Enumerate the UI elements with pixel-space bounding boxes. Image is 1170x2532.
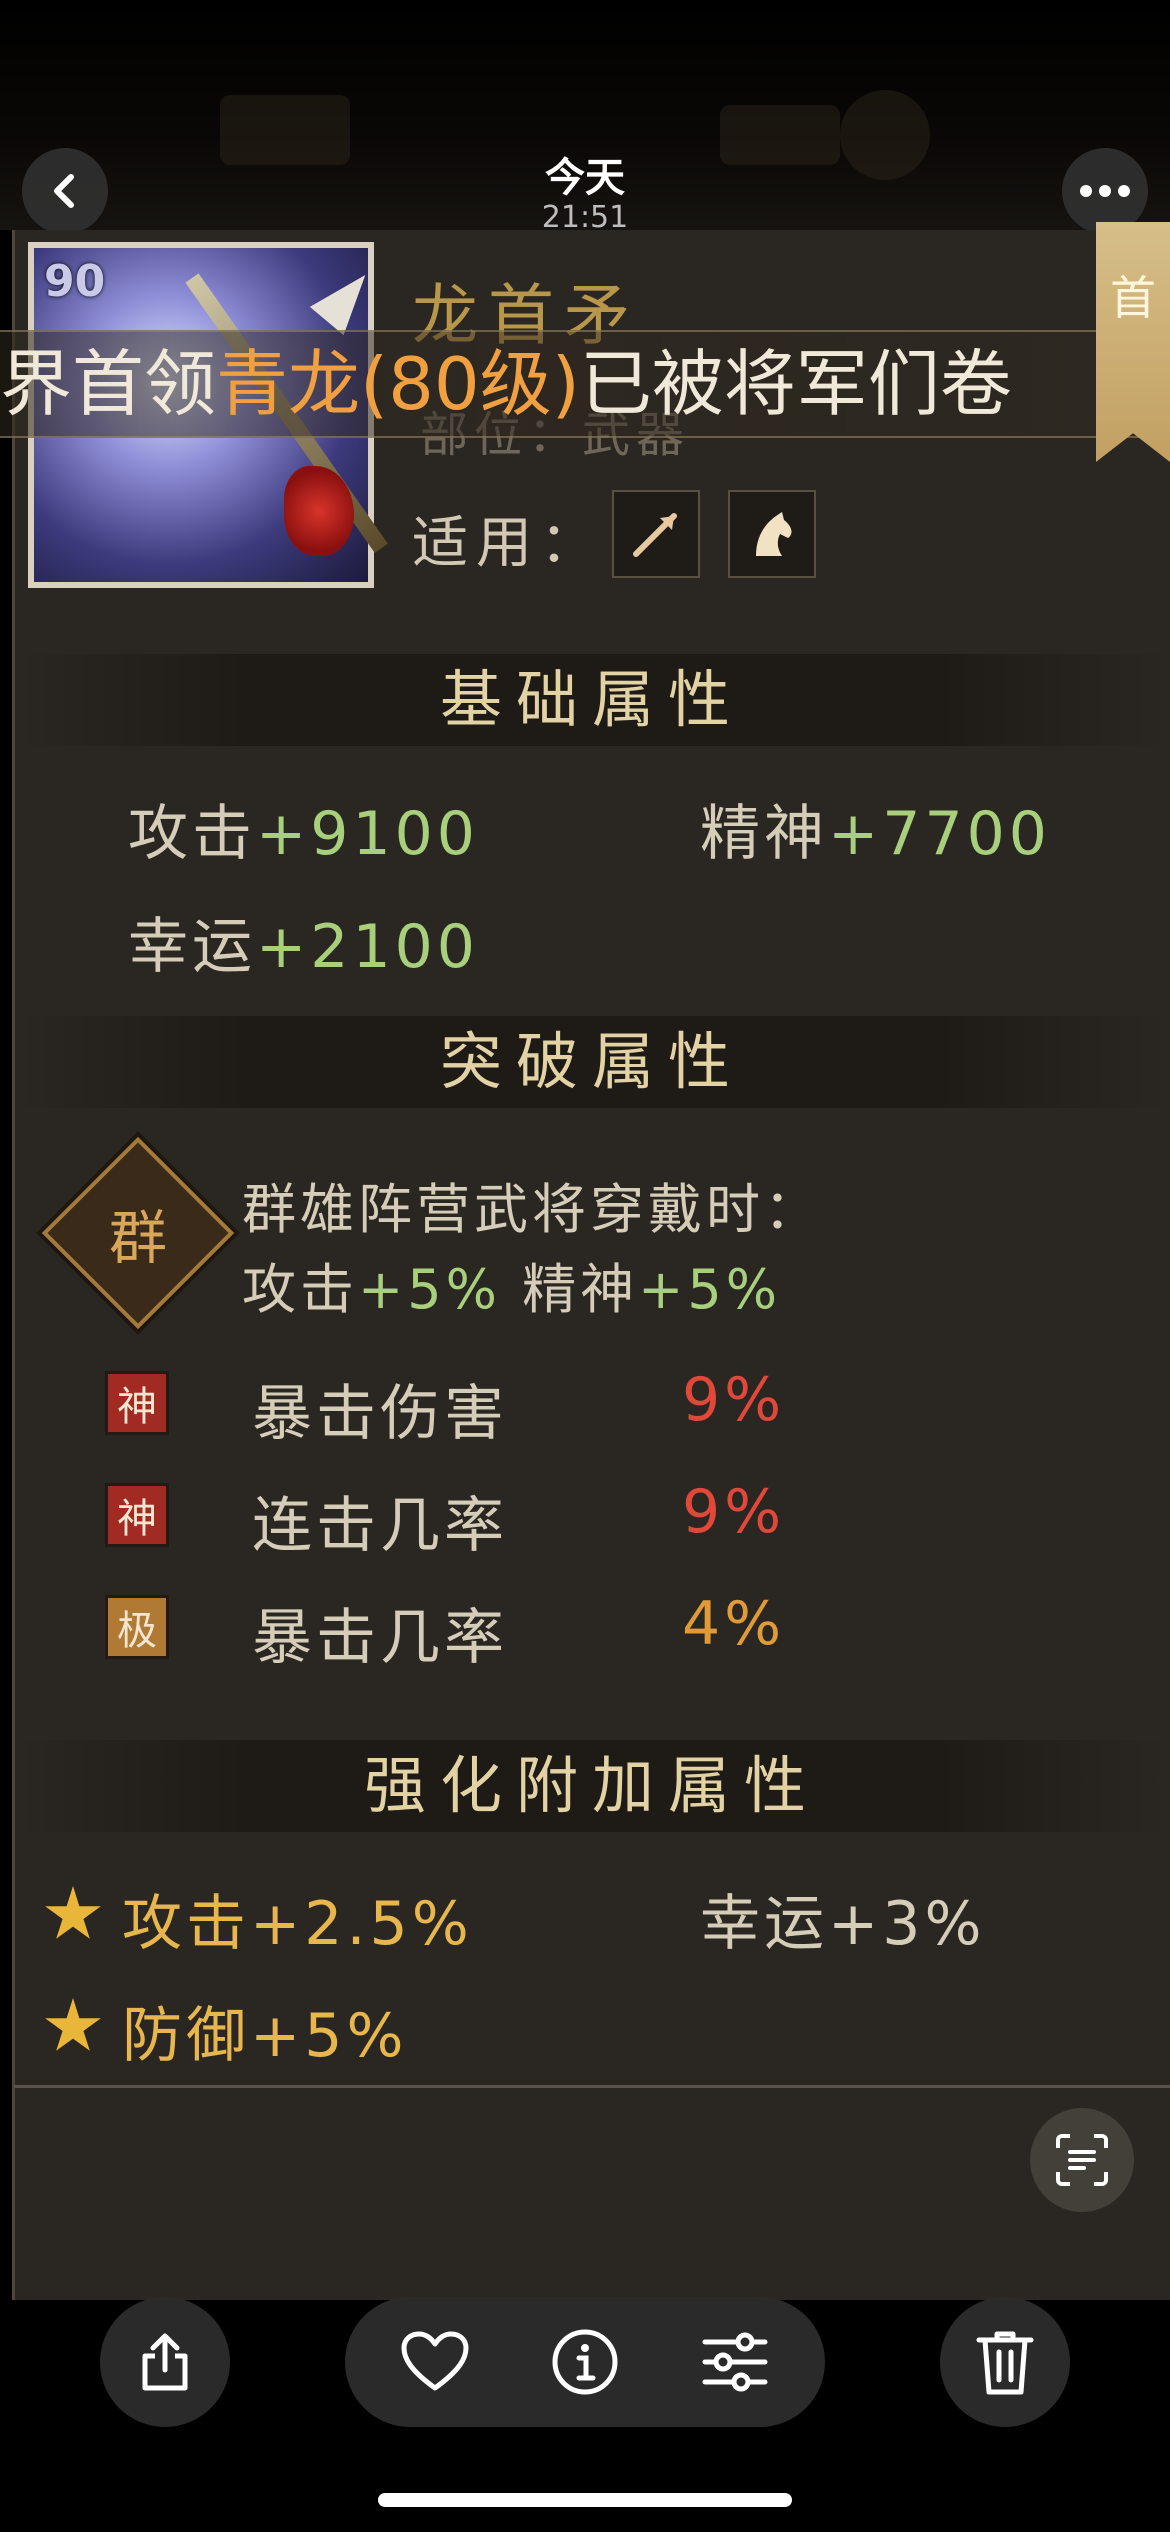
- stat-value: 4%: [682, 1589, 786, 1659]
- adjust-icon: [702, 2332, 768, 2392]
- trash-icon: [976, 2331, 1034, 2395]
- enhance-luck: 幸运+3%: [700, 1875, 985, 1962]
- scan-text-icon: [1056, 2134, 1108, 2186]
- crit-damage-label: 暴击伤害: [252, 1379, 508, 1449]
- announcement-suffix: 已被将军们卷: [579, 342, 1012, 426]
- combo-rate-label: 连击几率: [252, 1491, 508, 1561]
- divider: [14, 2085, 1170, 2088]
- stat-value: +2.5%: [250, 1889, 473, 1959]
- basic-spirit: 精神+7700: [700, 785, 1051, 872]
- stat-value: 9%: [682, 1477, 786, 1547]
- divine-tag: 神: [105, 1371, 169, 1435]
- stat-value: +2100: [256, 912, 479, 982]
- bonus-label: 精神: [522, 1258, 639, 1321]
- stat-label: 幸运: [700, 1889, 828, 1959]
- stat-value: 9%: [682, 1365, 786, 1435]
- favorite-button[interactable]: [395, 2322, 475, 2402]
- corner-ribbon-text: 首: [1110, 271, 1156, 325]
- basic-attributes-header: 基础属性: [14, 654, 1170, 746]
- faction-bonus: 攻击+5% 精神+5%: [242, 1245, 781, 1324]
- breakthrough-attributes-header: 突破属性: [14, 1016, 1170, 1108]
- corner-ribbon[interactable]: 首: [1096, 222, 1170, 462]
- stat-label: 防御: [122, 2001, 250, 2071]
- stat-label: 精神: [700, 799, 828, 869]
- faction-condition: 群雄阵营武将穿戴时：: [242, 1178, 822, 1241]
- stat-value: +7700: [828, 799, 1051, 869]
- share-icon: [142, 2333, 188, 2391]
- crit-damage-value: 9%: [682, 1365, 785, 1435]
- live-text-button[interactable]: [1030, 2108, 1134, 2212]
- stat-value: +3%: [828, 1889, 986, 1959]
- adjust-button[interactable]: [695, 2322, 775, 2402]
- heart-icon: [401, 2331, 469, 2391]
- stat-label: 攻击: [122, 1889, 250, 1959]
- stat-label: 攻击: [128, 799, 256, 869]
- horse-icon: [728, 490, 816, 578]
- bonus-value: +5%: [358, 1258, 501, 1321]
- crit-rate-value: 4%: [682, 1589, 785, 1659]
- announcement-highlight: 青龙(80级): [216, 342, 580, 426]
- more-button[interactable]: [1062, 148, 1148, 234]
- ellipsis-icon: [1080, 185, 1130, 197]
- home-indicator[interactable]: [378, 2493, 792, 2507]
- photo-date-title: 今天: [545, 155, 625, 201]
- combo-rate-value: 9%: [682, 1477, 785, 1547]
- stat-value: +5%: [250, 2001, 408, 2071]
- basic-luck: 幸运+2100: [128, 898, 479, 985]
- spear-head: [309, 260, 383, 336]
- stat-value: +9100: [256, 799, 479, 869]
- extreme-tag: 极: [105, 1595, 169, 1659]
- info-button[interactable]: [545, 2322, 625, 2402]
- stat-label: 幸运: [128, 912, 256, 982]
- announcement-prefix: 界首领: [0, 342, 217, 426]
- delete-button[interactable]: [940, 2297, 1070, 2427]
- bonus-value: +5%: [638, 1258, 782, 1321]
- faction-badge-icon: 群: [108, 1204, 167, 1272]
- bow-arrow-icon: [612, 490, 700, 578]
- share-button[interactable]: [100, 2297, 230, 2427]
- item-level: 90: [44, 256, 106, 307]
- info-icon: [552, 2329, 618, 2395]
- enhance-attack: 攻击+2.5%: [122, 1875, 473, 1962]
- bonus-label: 攻击: [242, 1258, 358, 1321]
- enhance-defense: 防御+5%: [122, 1987, 407, 2074]
- basic-attack: 攻击+9100: [128, 785, 479, 872]
- suits-label: 适用：: [412, 511, 604, 576]
- scrolling-announcement: 界首领青龙(80级)已被将军们卷: [0, 330, 1170, 438]
- divine-tag: 神: [105, 1483, 169, 1547]
- enhance-attributes-header: 强化附加属性: [14, 1740, 1170, 1832]
- crit-rate-label: 暴击几率: [252, 1603, 508, 1673]
